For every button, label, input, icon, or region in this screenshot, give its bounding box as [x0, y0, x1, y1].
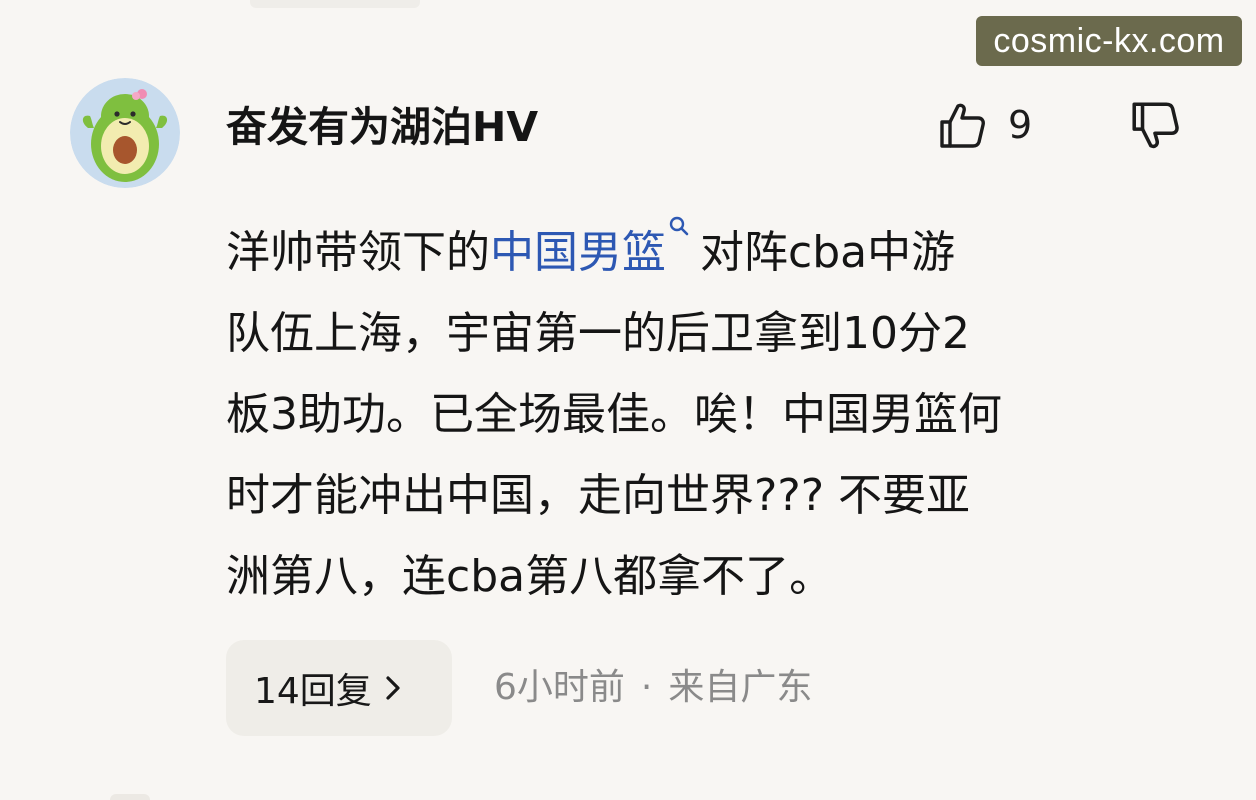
replies-button[interactable]: 14回复 [226, 640, 452, 736]
dislike-button[interactable] [1128, 98, 1188, 158]
comment-line: 洲第八，连cba第八都拿不了。 [226, 551, 834, 602]
replies-label: 14回复 [254, 671, 372, 712]
comment-line: 时才能冲出中国，走向世界??? 不要亚 [226, 470, 971, 521]
like-button[interactable]: 9 [936, 96, 1044, 154]
location: 来自广东 [668, 667, 813, 708]
topic-link[interactable]: 中国男篮 [490, 227, 666, 278]
comment-line: 板3助功。已全场最佳。唉！中国男篮何 [226, 389, 1002, 440]
watermark: cosmic-kx.com [976, 16, 1242, 66]
chevron-right-icon [386, 676, 400, 700]
comment-text: 洋帅带领下的 [226, 227, 490, 278]
comment-screen: cosmic-kx.com 奋发有为湖泊HV 9 洋帅带领下的中国男篮 对阵cb… [0, 0, 1256, 800]
username[interactable]: 奋发有为湖泊HV [226, 98, 538, 156]
avocado-avatar-icon [70, 78, 180, 188]
comment-text: 对阵cba中游 [700, 227, 956, 278]
search-icon [669, 216, 689, 236]
comment-line: 洋帅带领下的中国男篮 对阵cba中游 [226, 212, 1196, 293]
comment-body: 洋帅带领下的中国男篮 对阵cba中游 队伍上海，宇宙第一的后卫拿到10分2 板3助… [226, 212, 1196, 617]
meta-separator: · [640, 667, 653, 708]
like-count: 9 [1008, 103, 1033, 147]
comment-meta: 6小时前 · 来自广东 [494, 660, 812, 716]
thumbs-down-icon [1132, 102, 1179, 149]
next-item-edge [110, 794, 150, 800]
timestamp: 6小时前 [494, 667, 625, 708]
avatar[interactable] [70, 78, 180, 188]
comment-line: 队伍上海，宇宙第一的后卫拿到10分2 [226, 308, 970, 359]
previous-item-edge [250, 0, 420, 8]
thumbs-up-icon [940, 103, 985, 148]
